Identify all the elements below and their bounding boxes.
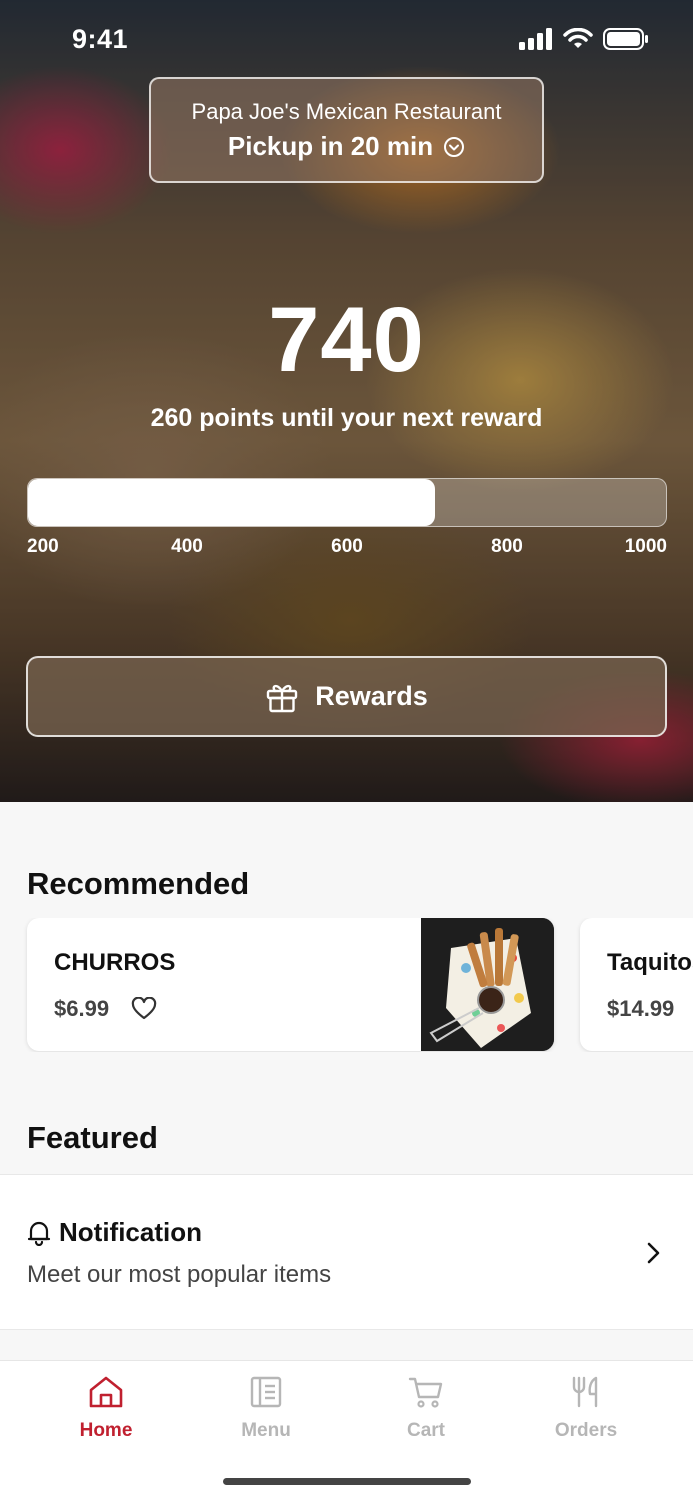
pickup-row: Pickup in 20 min [151,131,542,162]
item-name: Taquitos [607,949,693,976]
tab-orders[interactable]: Orders [526,1375,646,1442]
item-price: $14.99 [607,996,675,1021]
fork-knife-icon [572,1376,598,1408]
home-icon [89,1376,123,1408]
cart-icon [408,1377,443,1408]
restaurant-selector[interactable]: Papa Joe's Mexican Restaurant Pickup in … [149,77,544,183]
gift-icon [267,684,298,712]
featured-description: Meet our most popular items [27,1261,332,1288]
progress-tick-label: 400 [171,536,203,557]
chevron-right-icon[interactable] [645,1241,661,1265]
featured-title: Featured [27,1120,158,1155]
home-indicator [223,1478,471,1485]
chevron-down-circle-icon [444,136,465,157]
pickup-time: Pickup in 20 min [227,131,434,161]
price-row: $14.99 [607,996,674,1022]
tab-cart-label: Cart [406,1420,445,1441]
points-balance: 740 [268,289,425,391]
hero-banner: 9:41 Papa Joe's Mexican Restaurant Picku… [0,0,693,802]
points-progress-fill [28,479,436,526]
tab-orders-label: Orders [554,1420,618,1441]
featured-notification-row[interactable]: Notification Meet our most popular items [0,1174,693,1330]
progress-tick-label: 200 [27,536,59,557]
tab-home-label: Home [79,1420,133,1441]
churros-image [421,918,554,1051]
points-until-reward: 260 points until your next reward [150,404,543,432]
item-name: CHURROS [54,949,176,976]
rewards-label: Rewards [315,681,428,711]
price-row: $6.99 [54,996,157,1022]
signal-icon [519,28,552,50]
tab-cart[interactable]: Cart [366,1375,486,1442]
progress-tick-label: 1000 [624,536,667,557]
featured-heading: Notification [59,1217,202,1247]
status-time: 9:41 [72,24,129,54]
progress-ticks: 200 400 600 800 1000 [0,536,693,562]
status-icons [519,28,649,50]
recommended-title: Recommended [27,866,250,901]
wifi-icon [563,28,593,48]
bell-icon [27,1221,51,1246]
tab-home[interactable]: Home [46,1375,166,1442]
heart-icon[interactable] [131,997,157,1021]
tab-menu-label: Menu [241,1420,291,1441]
churros-illustration [421,918,554,1051]
tab-menu[interactable]: Menu [206,1375,326,1442]
item-price: $6.99 [54,996,110,1021]
progress-tick-label: 800 [491,536,523,557]
menu-icon [250,1376,282,1408]
progress-tick-label: 600 [331,536,363,557]
restaurant-name: Papa Joe's Mexican Restaurant [191,99,502,124]
points-progress-bar [27,478,667,527]
battery-icon [603,28,648,50]
rewards-button[interactable]: Rewards [26,656,667,737]
recommended-card-taquitos[interactable]: Taquitos $14.99 [580,918,693,1051]
recommended-carousel[interactable]: CHURROS $6.99 Taquito $14.99 [0,918,693,1052]
recommended-card-churros[interactable]: CHURROS $6.99 [27,918,554,1051]
featured-heading-row: Notification [27,1217,202,1248]
status-bar: 9:41 [0,0,693,80]
